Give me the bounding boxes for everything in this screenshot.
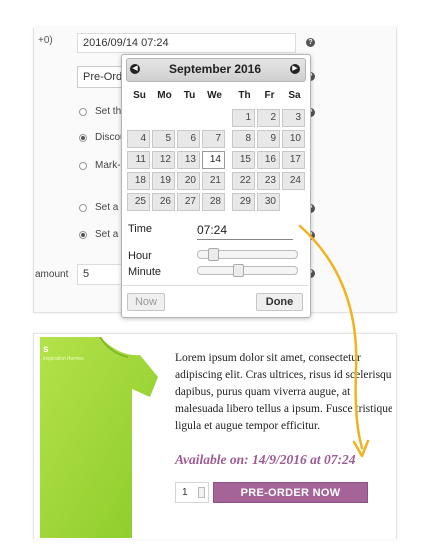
- calendar-day[interactable]: 4: [127, 130, 150, 148]
- calendar-day[interactable]: 1: [232, 109, 255, 127]
- datepicker-month-title: September 2016: [168, 62, 262, 76]
- next-month-icon[interactable]: ▶: [290, 64, 300, 74]
- weekday-label: We: [207, 90, 222, 101]
- calendar-day[interactable]: 5: [152, 130, 175, 148]
- datepicker-footer-divider: [122, 285, 308, 286]
- preorder-now-button[interactable]: PRE-ORDER NOW: [213, 482, 368, 503]
- minute-slider-handle[interactable]: [233, 264, 244, 277]
- weekday-label: Su: [133, 90, 146, 101]
- timezone-label: +0): [38, 35, 53, 46]
- option-radio[interactable]: [79, 134, 87, 142]
- calendar-day[interactable]: 27: [177, 193, 200, 211]
- calendar-day[interactable]: 10: [282, 130, 305, 148]
- calendar-day[interactable]: 8: [232, 130, 255, 148]
- shirt-print-subtext: inspiration themes: [43, 356, 84, 362]
- amount-label: amount: [35, 269, 69, 280]
- availability-datetime-input[interactable]: 2016/09/14 07:24: [77, 33, 296, 53]
- minute-slider[interactable]: [197, 266, 298, 275]
- quantity-input[interactable]: 1: [175, 482, 209, 503]
- calendar-day[interactable]: 7: [202, 130, 225, 148]
- calendar-day[interactable]: 24: [282, 172, 305, 190]
- calendar-day[interactable]: 23: [257, 172, 280, 190]
- calendar-day[interactable]: 20: [177, 172, 200, 190]
- shirt-print-text: s: [43, 344, 49, 355]
- calendar-day[interactable]: 26: [152, 193, 175, 211]
- calendar-day[interactable]: 22: [232, 172, 255, 190]
- calendar-day[interactable]: 3: [282, 109, 305, 127]
- calendar-day-selected[interactable]: 14: [202, 151, 225, 169]
- weekday-label: Fr: [264, 90, 275, 101]
- minute-label: Minute: [128, 266, 162, 278]
- calendar-day[interactable]: 17: [282, 151, 305, 169]
- calendar-day[interactable]: 30: [257, 193, 280, 211]
- quantity-value: 1: [182, 487, 188, 498]
- calendar-day[interactable]: 15: [232, 151, 255, 169]
- calendar-day[interactable]: 28: [202, 193, 225, 211]
- now-button[interactable]: Now: [127, 293, 165, 311]
- tshirt-image: [40, 337, 158, 538]
- calendar-day[interactable]: 29: [232, 193, 255, 211]
- weekday-label: Th: [238, 90, 251, 101]
- help-icon[interactable]: ?: [306, 38, 315, 47]
- calendar-day[interactable]: 21: [202, 172, 225, 190]
- calendar-day[interactable]: 2: [257, 109, 280, 127]
- option-radio[interactable]: [79, 108, 87, 116]
- connector-arrow-icon: [298, 224, 370, 458]
- quantity-stepper-icon[interactable]: [198, 487, 205, 498]
- hour-slider-handle[interactable]: [208, 248, 219, 261]
- time-value: 07:24: [197, 222, 293, 240]
- calendar-day[interactable]: 25: [127, 193, 150, 211]
- calendar-day[interactable]: 9: [257, 130, 280, 148]
- calendar-day[interactable]: 19: [152, 172, 175, 190]
- calendar-day[interactable]: 18: [127, 172, 150, 190]
- calendar-day[interactable]: 12: [152, 151, 175, 169]
- option-radio[interactable]: [79, 204, 87, 212]
- product-image: [40, 337, 158, 538]
- weekday-label: Sa: [288, 90, 301, 101]
- option-radio[interactable]: [79, 162, 87, 170]
- option-radio[interactable]: [79, 231, 87, 239]
- hour-label: Hour: [128, 250, 152, 262]
- prev-month-icon[interactable]: ◀: [130, 64, 140, 74]
- option-label: Set a f: [95, 202, 124, 213]
- weekday-label: Tu: [183, 90, 196, 101]
- calendar-day[interactable]: 6: [177, 130, 200, 148]
- calendar-day[interactable]: 11: [127, 151, 150, 169]
- calendar-day[interactable]: 16: [257, 151, 280, 169]
- calendar-day[interactable]: 13: [177, 151, 200, 169]
- weekday-label: Mo: [157, 90, 172, 101]
- time-label: Time: [128, 223, 153, 235]
